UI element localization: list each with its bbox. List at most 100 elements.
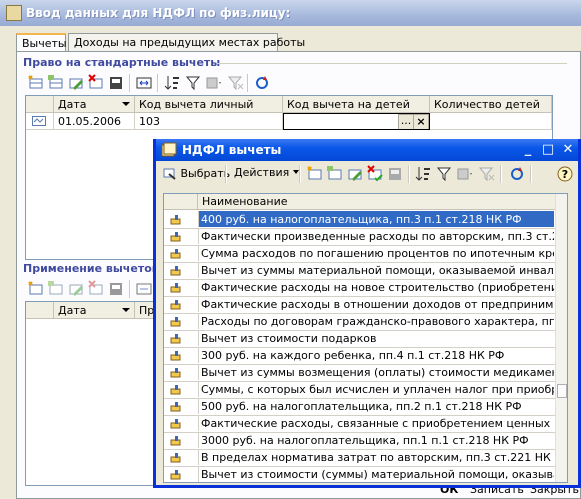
save-icon[interactable] [386, 165, 404, 183]
date-cell[interactable]: 01.05.2006 [54, 113, 135, 130]
main-window-title: Ввод данных для НДФЛ по физ.лицу: [26, 6, 291, 20]
tab-deductions[interactable]: Вычеты [16, 33, 67, 52]
sort-icon[interactable] [163, 74, 181, 92]
list-item[interactable]: В пределах норматива затрат по авторским… [164, 449, 555, 467]
end-edit-icon[interactable] [107, 74, 125, 92]
column-header-personal-code[interactable]: Код вычета личный [135, 96, 283, 113]
edit-row-icon[interactable] [67, 280, 85, 298]
minimize-icon[interactable]: _ [520, 142, 536, 158]
list-item-label: 3000 руб. на налогоплательщика, пп.1 п.1… [198, 432, 554, 448]
delete-row-icon[interactable] [87, 74, 105, 92]
header-label: Дата [58, 304, 87, 317]
catalog-icon [161, 142, 177, 157]
scroll-thumb[interactable] [557, 384, 567, 398]
add-group-icon[interactable] [326, 165, 344, 183]
select-button[interactable]: Выбрать [159, 163, 234, 184]
section-divider [217, 63, 567, 64]
children-count-cell[interactable] [430, 113, 552, 130]
column-header-date[interactable]: Дата [54, 302, 135, 319]
list-item-label: 400 руб. на налогоплательщика, пп.3 п.1 … [198, 211, 554, 227]
catalog-item-icon [170, 385, 181, 395]
maximize-icon[interactable]: □ [540, 142, 556, 158]
list-item[interactable]: 500 руб. на налогоплательщика, пп.2 п.1 … [164, 398, 555, 416]
list-item[interactable]: Фактические расходы в отношении доходов … [164, 296, 555, 314]
children-code-input[interactable]: ... × [283, 113, 430, 130]
list-item[interactable]: Суммы, с которых был исчислен и уплачен … [164, 381, 555, 399]
list-item[interactable]: Сумма расходов по погашению процентов по… [164, 245, 555, 263]
toolbar-separator [157, 74, 159, 92]
select-ellipsis-button[interactable]: ... [398, 114, 414, 129]
column-header-name[interactable]: Наименование [202, 195, 287, 208]
end-edit-icon[interactable] [107, 280, 125, 298]
tab-label: Вычеты [22, 37, 67, 50]
move-icon[interactable] [135, 280, 153, 298]
list-item-label: Вычет из стоимости подарков [198, 330, 554, 346]
catalog-item-icon [170, 453, 181, 463]
header-label: Код вычета личный [139, 98, 254, 111]
catalog-item-icon [170, 368, 181, 378]
refresh-icon[interactable] [508, 165, 526, 183]
popup-title-bar[interactable]: НДФЛ вычеты _ □ ✕ [156, 139, 578, 161]
sort-icon[interactable] [414, 165, 432, 183]
move-icon[interactable] [135, 74, 153, 92]
column-header-children-count[interactable]: Количество детей [430, 96, 552, 113]
close-icon[interactable]: ✕ [560, 142, 576, 158]
add-row-icon[interactable] [27, 74, 45, 92]
toolbar-separator [408, 165, 410, 183]
filter-dropdown-icon[interactable] [456, 165, 474, 183]
column-header-children-code[interactable]: Код вычета на детей [283, 96, 430, 113]
list-item[interactable]: Фактические расходы, связанные с приобре… [164, 415, 555, 433]
clear-filter-icon[interactable] [227, 74, 245, 92]
list-item[interactable]: Вычет из суммы материальной помощи, оказ… [164, 262, 555, 280]
filter-icon[interactable] [436, 165, 454, 183]
list-item-label: В пределах норматива затрат по авторским… [198, 449, 554, 465]
toolbar-separator [129, 280, 131, 298]
list-item[interactable]: Вычет из стоимости (суммы) материальной … [164, 466, 555, 482]
list-item-label: Вычет из суммы материальной помощи, оказ… [198, 262, 554, 278]
tab-previous-income[interactable]: Доходы на предыдущих местах работы [68, 33, 305, 51]
row-icon-cell [26, 113, 54, 130]
clear-button[interactable]: × [413, 114, 429, 129]
sort-down-icon [122, 308, 130, 312]
actions-menu[interactable]: Действия [230, 163, 303, 184]
list-item[interactable]: Фактически произведенные расходы по авто… [164, 228, 555, 246]
section-apply-title: Применение вычетов [23, 262, 159, 275]
list-item[interactable]: 300 руб. на каждого ребенка, пп.4 п.1 ст… [164, 347, 555, 365]
clear-filter-icon[interactable] [478, 165, 496, 183]
filter-dropdown-icon[interactable] [205, 74, 223, 92]
column-header-date[interactable]: Дата [54, 96, 135, 113]
list-item[interactable]: Вычет из суммы возмещения (оплаты) стоим… [164, 364, 555, 382]
edit-row-icon[interactable] [67, 74, 85, 92]
copy-row-icon[interactable] [47, 280, 65, 298]
catalog-item-icon [170, 300, 181, 310]
refresh-icon[interactable] [253, 74, 271, 92]
row-status-icon [32, 116, 46, 126]
list-item[interactable]: Фактические расходы на новое строительст… [164, 279, 555, 297]
catalog-item-icon [170, 351, 181, 361]
chevron-down-icon [292, 170, 299, 174]
popup-toolbar: Выбрать Действия ? [156, 161, 578, 187]
list-item[interactable]: 3000 руб. на налогоплательщика, пп.1 п.1… [164, 432, 555, 450]
toolbar-separator [225, 165, 227, 183]
list-header: Наименование [164, 194, 555, 210]
list-item[interactable]: Вычет из стоимости подарков [164, 330, 555, 348]
delete-row-icon[interactable] [87, 280, 105, 298]
list-item[interactable]: 400 руб. на налогоплательщика, пп.3 п.1 … [164, 211, 555, 229]
add-item-icon[interactable] [306, 165, 324, 183]
header-label: Дата [58, 98, 87, 111]
list-item-label: Фактические расходы, связанные с приобре… [198, 415, 554, 431]
tab-label: Доходы на предыдущих местах работы [74, 36, 306, 49]
filter-icon[interactable] [185, 74, 203, 92]
main-title-bar[interactable]: Ввод данных для НДФЛ по физ.лицу: [0, 0, 581, 26]
table-row[interactable]: 01.05.2006 103 ... × [26, 113, 552, 130]
copy-row-icon[interactable] [47, 74, 65, 92]
help-icon[interactable]: ? [556, 165, 574, 183]
vertical-scrollbar[interactable] [555, 194, 567, 482]
catalog-item-icon [170, 283, 181, 293]
mark-delete-icon[interactable] [366, 165, 384, 183]
add-row-icon[interactable] [27, 280, 45, 298]
list-item[interactable]: Расходы по договорам гражданско-правовог… [164, 313, 555, 331]
personal-code-cell[interactable]: 103 [135, 113, 283, 130]
edit-item-icon[interactable] [346, 165, 364, 183]
section2-toolbar [25, 278, 165, 300]
